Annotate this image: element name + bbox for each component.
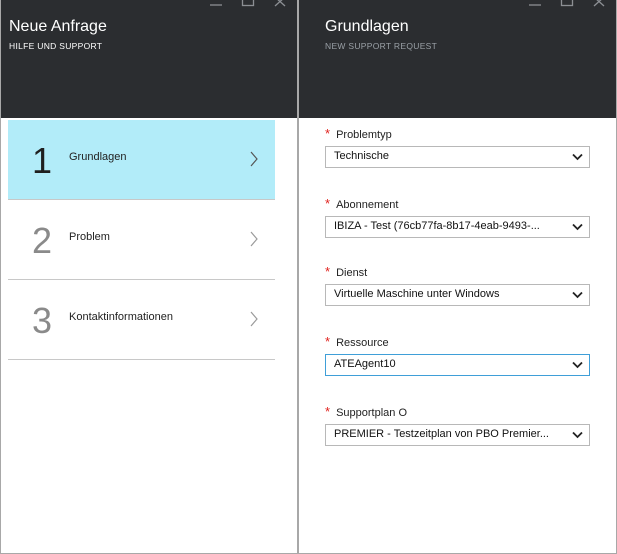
blade-title: Grundlagen <box>325 18 409 35</box>
required-marker: * <box>325 334 331 349</box>
step-number: 1 <box>32 140 53 181</box>
close-icon[interactable] <box>590 0 608 11</box>
field-label: Dienst <box>336 267 368 279</box>
dropdown-value: IBIZA - Test (76cb77fa-8b17-4eab-9493-..… <box>334 220 540 232</box>
blade-header: Neue Anfrage HILFE UND SUPPORT <box>1 0 297 118</box>
step-label: Problem <box>69 231 110 243</box>
required-marker: * <box>325 404 331 419</box>
blade-title: Neue Anfrage <box>9 18 107 35</box>
chevron-down-icon <box>572 431 583 439</box>
supportplan-dropdown[interactable]: PREMIER - Testzeitplan von PBO Premier..… <box>325 424 590 446</box>
blade-basics: Grundlagen NEW SUPPORT REQUEST * Problemt… <box>299 0 617 554</box>
problemtyp-dropdown[interactable]: Technische <box>325 146 590 168</box>
window-controls <box>526 0 608 11</box>
field-abonnement: * Abonnement IBIZA - Test (76cb77fa-8b17-… <box>325 196 590 238</box>
dropdown-value: ATEAgent10 <box>334 358 396 370</box>
window-controls <box>207 0 289 11</box>
field-label: Problemtyp <box>336 129 392 141</box>
blade-subtitle: HILFE UND SUPPORT <box>9 41 103 51</box>
maximize-icon[interactable] <box>558 0 576 11</box>
chevron-down-icon <box>572 291 583 299</box>
field-dienst: * Dienst Virtuelle Maschine unter Windows <box>325 264 590 306</box>
minimize-icon[interactable] <box>526 0 544 11</box>
field-problemtyp: * Problemtyp Technische <box>325 126 590 168</box>
blade-subtitle: NEW SUPPORT REQUEST <box>325 41 438 51</box>
field-label: Abonnement <box>336 199 399 211</box>
step-number: 2 <box>32 220 53 261</box>
minimize-icon[interactable] <box>207 0 225 11</box>
dienst-dropdown[interactable]: Virtuelle Maschine unter Windows <box>325 284 590 306</box>
step-label: Kontaktinformationen <box>69 311 173 323</box>
dropdown-value: Technische <box>334 150 390 162</box>
step-grundlagen[interactable]: 1 Grundlagen <box>8 120 275 200</box>
required-marker: * <box>325 196 331 211</box>
blade-header: Grundlagen NEW SUPPORT REQUEST <box>299 0 616 118</box>
required-marker: * <box>325 126 331 141</box>
chevron-down-icon <box>572 153 583 161</box>
close-icon[interactable] <box>271 0 289 11</box>
chevron-down-icon <box>572 223 583 231</box>
required-marker: * <box>325 264 331 279</box>
field-supportplan: * Supportplan O PREMIER - Testzeitplan vo… <box>325 404 590 446</box>
step-number: 3 <box>32 300 53 341</box>
maximize-icon[interactable] <box>239 0 257 11</box>
field-ressource: * Ressource ATEAgent10 <box>325 334 590 376</box>
chevron-right-icon <box>250 151 258 167</box>
chevron-right-icon <box>250 231 258 247</box>
chevron-right-icon <box>250 311 258 327</box>
step-kontaktinformationen[interactable]: 3 Kontaktinformationen <box>8 280 275 360</box>
dropdown-value: Virtuelle Maschine unter Windows <box>334 288 500 300</box>
abonnement-dropdown[interactable]: IBIZA - Test (76cb77fa-8b17-4eab-9493-..… <box>325 216 590 238</box>
step-list: 1 Grundlagen 2 Problem 3 Kontaktinformat… <box>8 120 275 360</box>
dropdown-value: PREMIER - Testzeitplan von PBO Premier..… <box>334 428 549 440</box>
ressource-dropdown[interactable]: ATEAgent10 <box>325 354 590 376</box>
field-label: Ressource <box>336 337 389 349</box>
step-problem[interactable]: 2 Problem <box>8 200 275 280</box>
step-label: Grundlagen <box>69 151 127 163</box>
chevron-down-icon <box>572 361 583 369</box>
blade-new-request: Neue Anfrage HILFE UND SUPPORT 1 Grundla… <box>0 0 299 554</box>
field-label: Supportplan O <box>336 407 407 419</box>
